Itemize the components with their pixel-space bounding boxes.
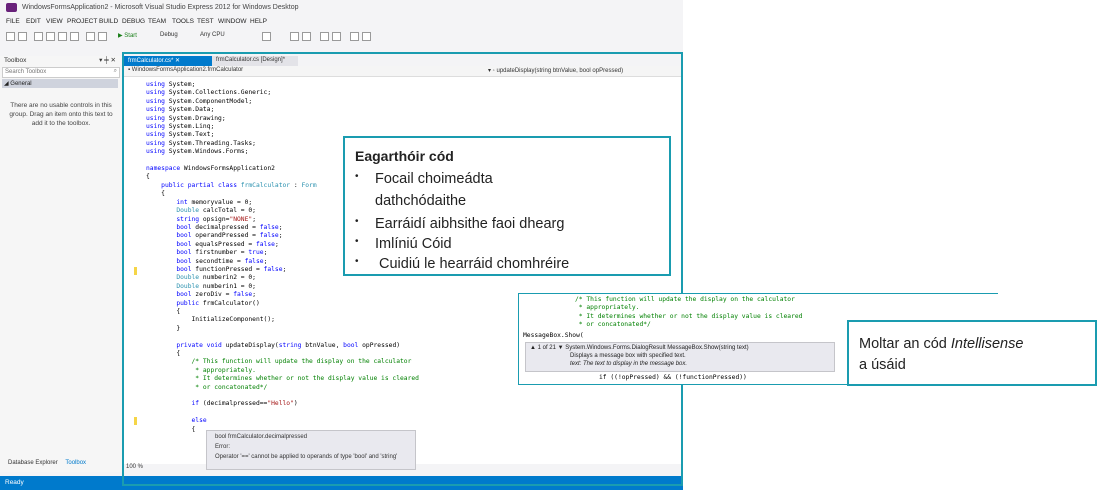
intellisense-comment: /* This function will update the display…: [575, 296, 803, 328]
toolbox-panel: Toolbox ▾ ╪ ✕ Search Toolbox ⌕ ◢ General…: [0, 56, 123, 472]
title-bar: WindowsFormsApplication2 - Microsoft Vis…: [0, 0, 683, 16]
toolbox-search-input[interactable]: Search Toolbox ⌕: [2, 67, 120, 78]
bullet-dot: •: [355, 256, 359, 267]
callout-code-editor: Eagarthóir cód • Focail choimeádta dathc…: [343, 136, 671, 276]
start-button[interactable]: ▶ Start: [118, 32, 137, 39]
callout-intellisense: Moltar an cód Intellisense a úsáid: [847, 320, 1097, 386]
save-icon[interactable]: [58, 32, 67, 41]
toolbox-search-placeholder: Search Toolbox: [5, 69, 47, 75]
bookmark-next-icon[interactable]: [332, 32, 341, 41]
bullet-text: Focail choimeádta: [375, 171, 493, 187]
menu-view[interactable]: VIEW: [46, 18, 63, 25]
callout-intellisense-text: Moltar an cód Intellisense a úsáid: [859, 334, 1089, 376]
toolbox-header: Toolbox ▾ ╪ ✕: [0, 56, 122, 66]
bullet-dot: •: [355, 216, 359, 227]
menu-tools[interactable]: TOOLS: [172, 18, 194, 25]
menu-edit[interactable]: EDIT: [26, 18, 41, 25]
tab-database-explorer[interactable]: Database Explorer: [8, 460, 58, 466]
config-select[interactable]: Debug: [160, 32, 178, 38]
close-icon[interactable]: ▾ ╪ ✕: [99, 56, 116, 64]
solution-explorer-icon[interactable]: [290, 32, 299, 41]
indent-icon[interactable]: [350, 32, 359, 41]
toolbox-group-name: General: [10, 81, 32, 87]
intellisense-code-line: MessageBox.Show(: [523, 332, 584, 339]
redo-icon[interactable]: [98, 32, 107, 41]
callout-title: Eagarthóir cód: [355, 148, 454, 164]
search-icon[interactable]: ⌕: [114, 68, 117, 75]
bullet-dot: •: [355, 171, 359, 182]
menu-build[interactable]: BUILD: [99, 18, 118, 25]
vs-logo-icon: [6, 3, 17, 12]
toolbox-empty-message: There are no usable controls in this gro…: [9, 102, 113, 127]
bookmark-icon[interactable]: [320, 32, 329, 41]
forward-icon[interactable]: [18, 32, 27, 41]
intellisense-last-line: if ((!opPressed) && (!functionPressed)): [599, 374, 747, 381]
toolbox-group-label: ◢ General: [4, 81, 32, 87]
bullet-text: dathchódaithe: [375, 193, 467, 209]
toolbar: ▶ Start Debug Any CPU: [0, 28, 683, 44]
menu-team[interactable]: TEAM: [148, 18, 166, 25]
menu-test[interactable]: TEST: [197, 18, 214, 25]
menu-help[interactable]: HELP: [250, 18, 267, 25]
find-icon[interactable]: [262, 32, 271, 41]
tab-toolbox[interactable]: Toolbox: [65, 460, 86, 466]
menu-bar: FILE EDIT VIEW PROJECT BUILD DEBUG TEAM …: [0, 16, 683, 28]
comment-icon[interactable]: [362, 32, 371, 41]
bullet-dot: •: [355, 236, 359, 247]
menu-window[interactable]: WINDOW: [218, 18, 247, 25]
intellisense-param: text: The text to display in the message…: [570, 361, 688, 367]
undo-icon[interactable]: [86, 32, 95, 41]
toolbox-group-general[interactable]: ◢ General: [2, 79, 118, 88]
properties-icon[interactable]: [302, 32, 311, 41]
menu-project[interactable]: PROJECT: [67, 18, 97, 25]
intellisense-description: Displays a message box with specified te…: [570, 353, 686, 359]
bullet-text: Cuidiú le hearráid chomhréire: [379, 256, 570, 272]
callout-text-part: a úsáid: [859, 357, 906, 373]
menu-file[interactable]: FILE: [6, 18, 20, 25]
platform-select[interactable]: Any CPU: [200, 32, 225, 38]
callout-text-part: Moltar an cód: [859, 336, 951, 352]
intellisense-overload[interactable]: ▲ 1 of 21 ▼ System.Windows.Forms.DialogR…: [530, 344, 830, 352]
window-title: WindowsFormsApplication2 - Microsoft Vis…: [22, 4, 299, 11]
back-icon[interactable]: [6, 32, 15, 41]
save-all-icon[interactable]: [70, 32, 79, 41]
callout-text-italic: Intellisense: [950, 336, 1024, 352]
menu-debug[interactable]: DEBUG: [122, 18, 145, 25]
toolbox-bottom-tabs: Database Explorer Toolbox: [8, 460, 86, 466]
bullet-text: Imlíniú Cóid: [375, 236, 452, 252]
toolbox-title: Toolbox: [4, 57, 27, 64]
status-text: Ready: [5, 479, 24, 486]
bullet-text: Earráidí aibhsithe faoi dhearg: [375, 216, 565, 232]
new-project-icon[interactable]: [34, 32, 43, 41]
intellisense-popup[interactable]: ▲ 1 of 21 ▼ System.Windows.Forms.DialogR…: [525, 342, 835, 372]
open-icon[interactable]: [46, 32, 55, 41]
